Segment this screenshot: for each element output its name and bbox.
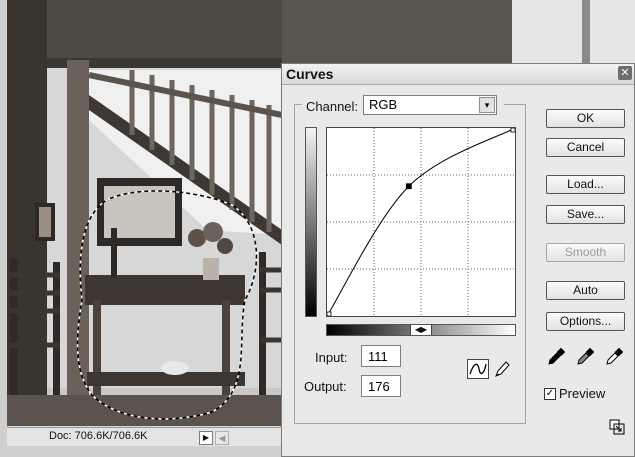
output-label: Output: xyxy=(304,379,347,394)
close-icon[interactable]: ✕ xyxy=(618,66,632,80)
expand-icon[interactable] xyxy=(609,419,625,435)
channel-select[interactable]: RGB ▾ xyxy=(363,95,497,115)
ok-button[interactable]: OK xyxy=(546,109,625,128)
photo xyxy=(7,0,282,426)
options-button[interactable]: Options... xyxy=(546,312,625,331)
input-gradient-bar[interactable]: ◀▶ xyxy=(326,324,516,336)
pencil-tool-icon[interactable] xyxy=(493,359,511,379)
input-field[interactable]: 111 xyxy=(361,345,401,367)
cancel-button[interactable]: Cancel xyxy=(546,138,625,157)
white-eyedropper-icon[interactable] xyxy=(604,347,624,367)
status-menu-arrow-icon[interactable]: ▶ xyxy=(199,431,213,445)
window-edge xyxy=(0,0,7,457)
chevron-down-icon[interactable]: ▾ xyxy=(479,97,495,113)
smooth-button[interactable]: Smooth xyxy=(546,243,625,262)
save-button[interactable]: Save... xyxy=(546,205,625,224)
window-bottom-edge xyxy=(0,446,282,457)
curve-graph[interactable] xyxy=(326,127,516,317)
input-label: Input: xyxy=(315,350,348,365)
gray-eyedropper-icon[interactable] xyxy=(575,347,595,367)
curve-control-point[interactable] xyxy=(327,311,332,316)
doc-size-info: Doc: 706.6K/706.6K xyxy=(49,430,148,442)
black-eyedropper-icon[interactable] xyxy=(546,347,566,367)
background-photo-strip xyxy=(282,0,635,64)
curve-control-point-selected[interactable] xyxy=(405,183,412,190)
dialog-titlebar[interactable]: Curves ✕ xyxy=(282,64,634,85)
image-canvas[interactable] xyxy=(7,0,282,426)
auto-button[interactable]: Auto xyxy=(546,281,625,300)
gradient-toggle-icon[interactable]: ◀▶ xyxy=(410,325,432,335)
output-field[interactable]: 176 xyxy=(361,375,401,397)
preview-label: Preview xyxy=(559,386,606,401)
channel-value: RGB xyxy=(369,97,398,112)
dialog-title: Curves xyxy=(286,66,334,82)
output-gradient-bar xyxy=(305,127,317,317)
curve-control-point[interactable] xyxy=(510,128,515,133)
status-bar: Doc: 706.6K/706.6K ▶ ◀ xyxy=(7,427,282,446)
channel-label: Channel: xyxy=(304,99,361,114)
curve-tool-icon[interactable] xyxy=(467,359,489,379)
load-button[interactable]: Load... xyxy=(546,175,625,194)
preview-checkbox[interactable]: ✓ xyxy=(544,388,556,400)
curves-dialog: Curves ✕ Channel: RGB ▾ ◀▶ Input: 111 Ou… xyxy=(281,63,635,457)
scroll-left-icon[interactable]: ◀ xyxy=(215,431,229,445)
curve-plot[interactable] xyxy=(327,128,515,316)
